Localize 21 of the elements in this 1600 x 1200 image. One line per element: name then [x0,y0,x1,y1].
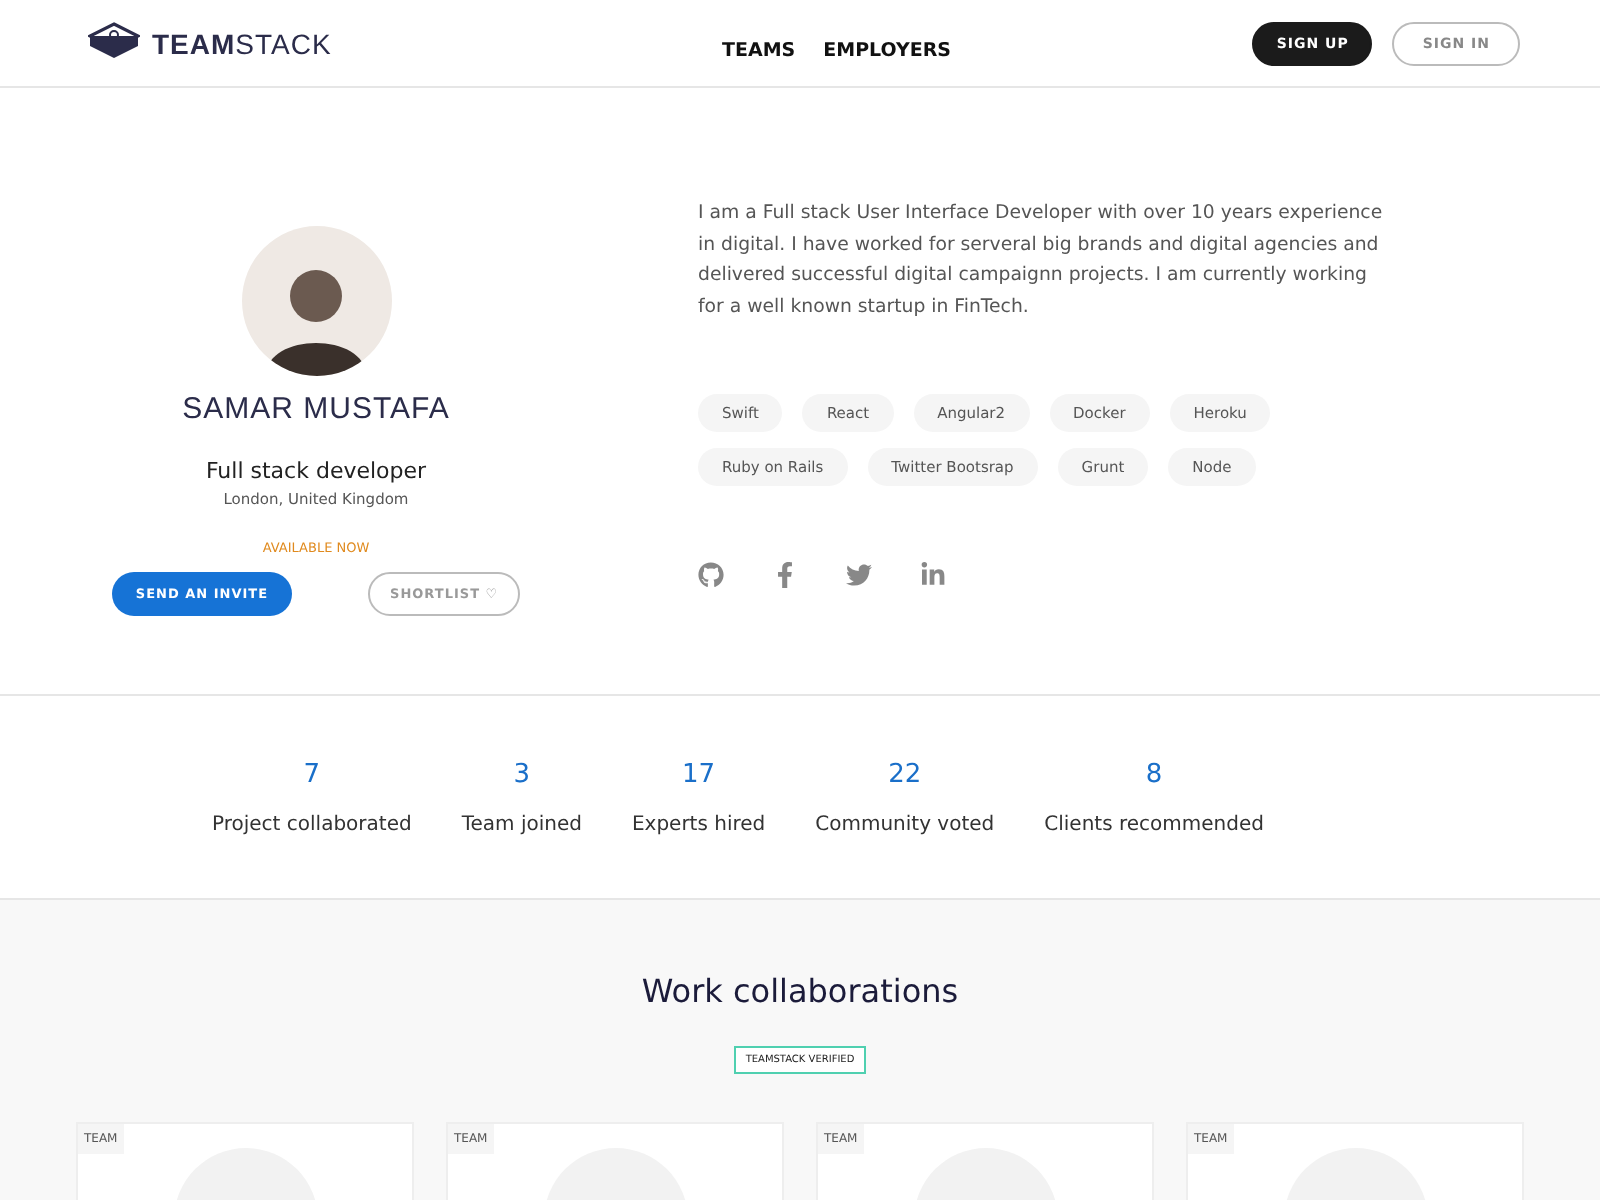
profile-name: SAMAR MUSTAFA [182,392,450,426]
section-title: Work collaborations [641,972,959,1010]
profile-role: Full stack developer [205,458,427,484]
stat-label: Team joined [461,813,582,835]
linkedin-icon[interactable] [920,562,946,588]
stat-label: Experts hired [631,813,766,835]
nav-link[interactable]: TEAMS [722,40,796,62]
stat-value: 22 [888,759,922,789]
stat-value: 17 [682,759,716,789]
facebook-icon[interactable] [772,562,798,588]
stat-label: Project collaborated [212,813,412,835]
stat-label: Clients recommended [1044,813,1264,835]
profile-bio: I am a Full stack User Interface Developer with over 10 years experience in digital. I have worked for serveral big brands and digital agencies and delivered successful digital campaignn projects. I am currently working for a well known startup in FinTech. [698,200,1385,321]
nav-link[interactable]: EMPLOYERS [823,40,952,62]
logo-text: TEAMSTACK [152,27,332,59]
twitter-icon[interactable] [846,562,872,588]
stat-value: 3 [513,759,531,789]
stat-value: 8 [1145,759,1163,789]
stat-value: 7 [303,759,321,789]
github-icon[interactable] [698,562,724,588]
stat-label: Community voted [815,813,995,835]
